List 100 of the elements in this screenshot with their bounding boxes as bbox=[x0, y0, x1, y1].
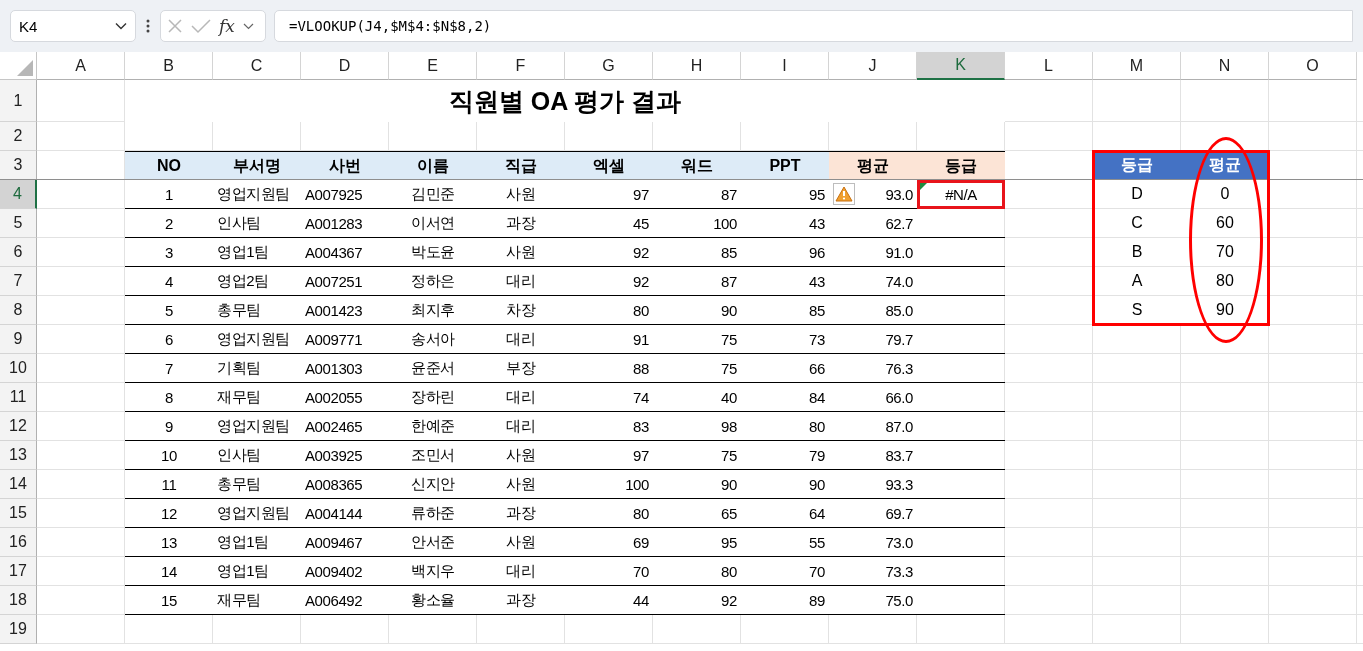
table-cell: 90 bbox=[809, 475, 825, 493]
table-cell: A008365 bbox=[305, 475, 363, 493]
table-cell: 백지우 bbox=[411, 561, 455, 581]
table-cell: 87.0 bbox=[885, 417, 913, 435]
row-header[interactable]: 6 bbox=[0, 238, 37, 267]
column-header[interactable]: K bbox=[917, 52, 1005, 80]
table-cell: 74 bbox=[633, 388, 649, 406]
table-cell: 97 bbox=[633, 446, 649, 464]
formula-field[interactable]: =VLOOKUP(J4,$M$4:$N$8,2) bbox=[274, 10, 1353, 42]
row-header[interactable]: 2 bbox=[0, 122, 37, 151]
table-cell: 87 bbox=[721, 272, 737, 290]
table-cell: 황소율 bbox=[411, 590, 455, 610]
column-header[interactable]: I bbox=[741, 52, 829, 80]
table-cell: 장하린 bbox=[411, 387, 455, 407]
table-cell: 송서아 bbox=[411, 329, 455, 349]
table-cell: 92 bbox=[633, 272, 649, 290]
column-header[interactable]: F bbox=[477, 52, 565, 80]
table-cell: 75 bbox=[721, 330, 737, 348]
table-cell: A007251 bbox=[305, 272, 363, 290]
row-header[interactable]: 7 bbox=[0, 267, 37, 296]
row-header[interactable]: 19 bbox=[0, 615, 37, 644]
row-header[interactable]: 12 bbox=[0, 412, 37, 441]
row-header[interactable]: 3 bbox=[0, 151, 37, 180]
table-cell: 73.3 bbox=[885, 562, 913, 580]
more-icon[interactable] bbox=[146, 19, 150, 33]
table-cell: 62.7 bbox=[885, 214, 913, 232]
table-cell: 11 bbox=[161, 475, 177, 493]
table-cell: 사원 bbox=[506, 445, 536, 465]
table-cell: 4 bbox=[165, 272, 173, 290]
table-cell: 8 bbox=[165, 388, 173, 406]
column-header[interactable]: L bbox=[1005, 52, 1093, 80]
row-header[interactable]: 14 bbox=[0, 470, 37, 499]
table-cell: A001423 bbox=[305, 301, 363, 319]
table-cell: 65 bbox=[721, 504, 737, 522]
column-header[interactable]: O bbox=[1269, 52, 1357, 80]
table-cell: 93.0 bbox=[885, 185, 913, 203]
row-header[interactable]: 1 bbox=[0, 80, 37, 122]
row-header[interactable]: 17 bbox=[0, 557, 37, 586]
table-cell: 사원 bbox=[506, 242, 536, 262]
table-cell: A001303 bbox=[305, 359, 363, 377]
triangle-icon[interactable] bbox=[16, 59, 34, 77]
row-header[interactable]: 11 bbox=[0, 383, 37, 412]
table-cell: 영업지원팀 bbox=[217, 184, 290, 204]
table-cell: 대리 bbox=[506, 416, 536, 436]
cancel-icon[interactable] bbox=[167, 18, 183, 34]
table-cell: 73.0 bbox=[885, 533, 913, 551]
table-cell: 10 bbox=[161, 446, 177, 464]
row-header[interactable]: 13 bbox=[0, 441, 37, 470]
table-cell: 45 bbox=[633, 214, 649, 232]
table-cell: 0 bbox=[1220, 185, 1230, 203]
row-header[interactable]: 8 bbox=[0, 296, 37, 325]
table-cell: 75 bbox=[721, 446, 737, 464]
warning-icon[interactable] bbox=[833, 183, 855, 205]
table-cell: 80 bbox=[633, 301, 649, 319]
dropdown-caret-icon[interactable] bbox=[242, 22, 254, 30]
column-header[interactable]: D bbox=[301, 52, 389, 80]
column-header[interactable]: G bbox=[565, 52, 653, 80]
table-cell: 총무팀 bbox=[217, 474, 261, 494]
table-cell: 영업1팀 bbox=[217, 532, 269, 552]
table-cell: 재무팀 bbox=[217, 387, 261, 407]
column-header[interactable]: A bbox=[37, 52, 125, 80]
error-indicator-icon bbox=[920, 183, 927, 190]
table-cell: 대리 bbox=[506, 387, 536, 407]
table-cell: S bbox=[1131, 301, 1143, 319]
table-cell: A002055 bbox=[305, 388, 363, 406]
table-cell: 2 bbox=[165, 214, 173, 232]
table-cell: 60 bbox=[1216, 214, 1234, 232]
table-cell: A bbox=[1131, 272, 1143, 290]
table-cell: 84 bbox=[809, 388, 825, 406]
table-cell: 80 bbox=[633, 504, 649, 522]
column-header[interactable]: M bbox=[1093, 52, 1181, 80]
table-cell: C bbox=[1131, 214, 1143, 232]
table-cell: 부장 bbox=[506, 358, 536, 378]
row-header[interactable]: 10 bbox=[0, 354, 37, 383]
table-header: PPT bbox=[741, 151, 829, 180]
table-cell: 3 bbox=[165, 243, 173, 261]
table-cell: 13 bbox=[161, 533, 177, 551]
select-all-button[interactable] bbox=[0, 52, 37, 80]
row-header[interactable]: 5 bbox=[0, 209, 37, 238]
row-header[interactable]: 15 bbox=[0, 499, 37, 528]
row-header[interactable]: 16 bbox=[0, 528, 37, 557]
table-cell: 83.7 bbox=[885, 446, 913, 464]
column-header[interactable]: H bbox=[653, 52, 741, 80]
table-cell: 85.0 bbox=[885, 301, 913, 319]
table-cell: 과장 bbox=[506, 590, 536, 610]
check-icon[interactable] bbox=[191, 18, 211, 34]
row-header[interactable]: 4 bbox=[0, 180, 37, 209]
table-cell: 과장 bbox=[506, 213, 536, 233]
table-cell: 영업1팀 bbox=[217, 242, 269, 262]
row-header[interactable]: 18 bbox=[0, 586, 37, 615]
table-header: 등급 bbox=[917, 151, 1005, 180]
insert-function-button[interactable]: fx bbox=[219, 16, 235, 36]
column-header[interactable]: J bbox=[829, 52, 917, 80]
column-header[interactable]: B bbox=[125, 52, 213, 80]
row-header[interactable]: 9 bbox=[0, 325, 37, 354]
column-header[interactable]: C bbox=[213, 52, 301, 80]
name-box[interactable]: K4 bbox=[10, 10, 136, 42]
column-header[interactable]: N bbox=[1181, 52, 1269, 80]
column-header[interactable]: E bbox=[389, 52, 477, 80]
table-cell: 영업지원팀 bbox=[217, 416, 290, 436]
